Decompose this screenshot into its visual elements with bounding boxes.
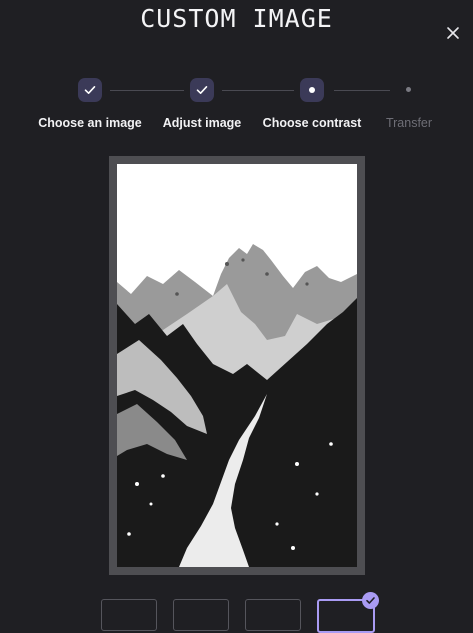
step-2-label[interactable]: Adjust image: [163, 116, 242, 130]
step-4-label: Transfer: [385, 116, 433, 130]
progress-stepper: Choose an image Adjust image Choose cont…: [0, 0, 473, 140]
contrast-option-2[interactable]: [173, 599, 229, 631]
step-2-indicator[interactable]: [190, 78, 214, 102]
step-3-indicator[interactable]: [300, 78, 324, 102]
selected-check-badge: [362, 592, 379, 609]
contrast-option-3[interactable]: [245, 599, 301, 631]
step-connector: [334, 90, 390, 91]
check-icon: [84, 86, 96, 94]
dot-icon: [309, 87, 315, 93]
step-1-label[interactable]: Choose an image: [38, 116, 142, 130]
step-connector: [222, 90, 294, 91]
step-3-label[interactable]: Choose contrast: [263, 116, 362, 130]
contrast-option-1[interactable]: [101, 599, 157, 631]
mountain-image: [117, 164, 357, 567]
image-preview-frame: [109, 156, 365, 575]
check-icon: [366, 597, 375, 604]
step-4-indicator: [406, 87, 411, 92]
step-1-indicator[interactable]: [78, 78, 102, 102]
check-icon: [196, 86, 208, 94]
image-preview: [117, 164, 357, 567]
step-connector: [110, 90, 184, 91]
